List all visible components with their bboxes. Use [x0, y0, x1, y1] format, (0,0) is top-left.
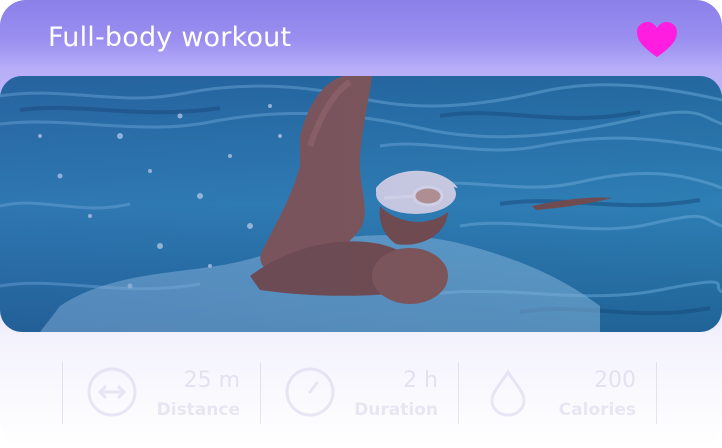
stat-distance: 25 m Distance [62, 352, 260, 432]
stat-value: 2 h [403, 368, 438, 393]
workout-card[interactable]: Full-body workout 25 m Distance 2 h Dura… [0, 0, 722, 448]
stat-label: Duration [354, 400, 438, 420]
card-header: Full-body workout [0, 0, 722, 78]
workout-title: Full-body workout [48, 22, 292, 53]
workout-photo [0, 76, 722, 332]
stat-duration: 2 h Duration [260, 352, 458, 432]
stat-label: Distance [156, 400, 240, 420]
drop-icon [490, 369, 526, 417]
distance-arrows-icon [87, 367, 137, 417]
swimmer-image [0, 76, 722, 332]
stats-bar: 25 m Distance 2 h Duration 200 Calories [0, 352, 722, 432]
stopwatch-icon [285, 367, 335, 417]
heart-icon [637, 22, 677, 57]
stat-value: 200 [594, 368, 636, 393]
stat-value: 25 m [183, 368, 240, 393]
favorite-button[interactable] [634, 20, 680, 60]
stat-label: Calories [558, 400, 636, 420]
stats-divider [656, 362, 657, 424]
stat-calories: 200 Calories [458, 352, 656, 432]
